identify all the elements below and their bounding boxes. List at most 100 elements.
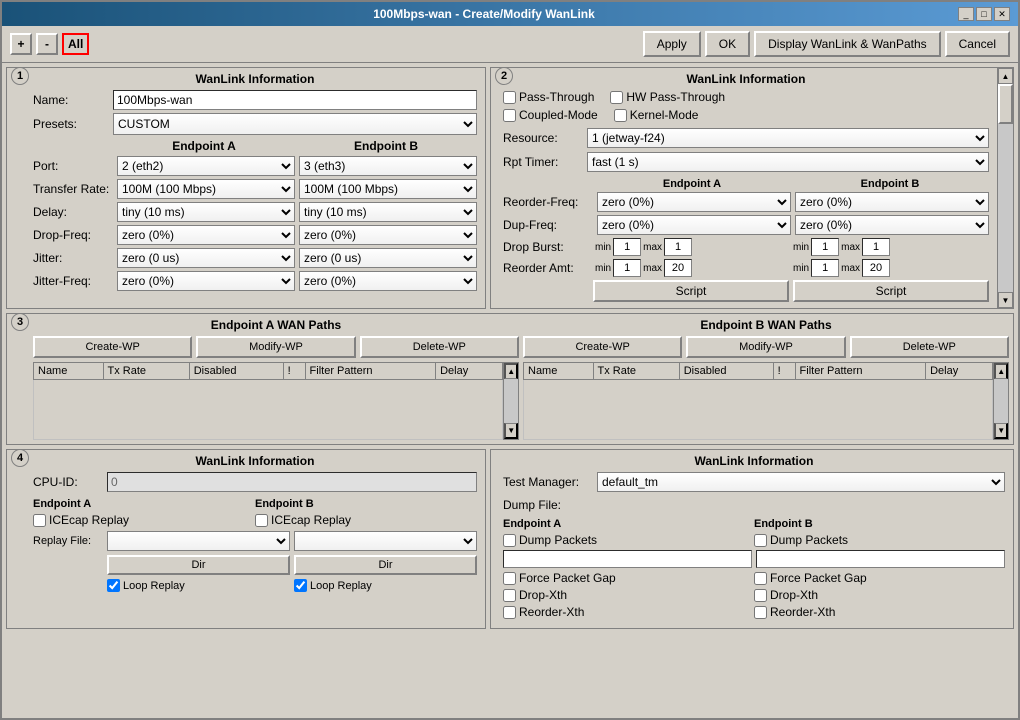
kernel-checkbox[interactable] bbox=[614, 109, 627, 122]
dup-freq-a-select[interactable]: zero (0%) bbox=[597, 215, 791, 235]
kernel-checkbox-label[interactable]: Kernel-Mode bbox=[614, 108, 699, 122]
loop-a-label[interactable]: Loop Replay bbox=[107, 579, 290, 592]
delay-label: Delay: bbox=[33, 205, 113, 219]
dup-freq-b-select[interactable]: zero (0%) bbox=[795, 215, 989, 235]
reorder-amt-b-min-input[interactable] bbox=[811, 259, 839, 277]
scroll-down-btn[interactable]: ▼ bbox=[998, 292, 1013, 308]
coupled-checkbox-label[interactable]: Coupled-Mode bbox=[503, 108, 598, 122]
script-a-button[interactable]: Script bbox=[593, 280, 789, 302]
port-a-select[interactable]: 2 (eth2) bbox=[117, 156, 295, 176]
ep-a-delete-wp-btn[interactable]: Delete-WP bbox=[360, 336, 519, 358]
reorder-xth-a-label[interactable]: Reorder-Xth bbox=[503, 605, 754, 619]
name-input[interactable] bbox=[113, 90, 477, 110]
force-gap-a-checkbox[interactable] bbox=[503, 572, 516, 585]
minimize-button[interactable]: _ bbox=[958, 7, 974, 21]
icecap-b-label[interactable]: ICEcap Replay bbox=[255, 513, 477, 527]
reorder-xth-a-checkbox[interactable] bbox=[503, 606, 516, 619]
ep-a-modify-wp-btn[interactable]: Modify-WP bbox=[196, 336, 355, 358]
reorder-amt-b-max-input[interactable] bbox=[862, 259, 890, 277]
force-gap-a-label[interactable]: Force Packet Gap bbox=[503, 571, 754, 585]
transfer-a-select[interactable]: 100M (100 Mbps) bbox=[117, 179, 295, 199]
ep-a-create-wp-btn[interactable]: Create-WP bbox=[33, 336, 192, 358]
scroll-thumb[interactable] bbox=[998, 84, 1013, 124]
cpu-input[interactable] bbox=[107, 472, 477, 492]
drop-xth-b-checkbox[interactable] bbox=[754, 589, 767, 602]
coupled-checkbox[interactable] bbox=[503, 109, 516, 122]
all-button[interactable]: All bbox=[62, 33, 89, 55]
display-wanlink-button[interactable]: Display WanLink & WanPaths bbox=[754, 31, 941, 57]
icecap-a-label[interactable]: ICEcap Replay bbox=[33, 513, 255, 527]
ep-a-wp-table: Name Tx Rate Disabled ! Filter Pattern D… bbox=[33, 362, 503, 440]
ep-b-create-wp-btn[interactable]: Create-WP bbox=[523, 336, 682, 358]
test-manager-select[interactable]: default_tm bbox=[597, 472, 1005, 492]
reorder-amt-a-min-input[interactable] bbox=[613, 259, 641, 277]
replay-file-b-select[interactable] bbox=[294, 531, 477, 551]
apply-button[interactable]: Apply bbox=[643, 31, 701, 57]
ep-b-scroll-up[interactable]: ▲ bbox=[994, 363, 1008, 379]
close-button[interactable]: ✕ bbox=[994, 7, 1010, 21]
loop-b-checkbox[interactable] bbox=[294, 579, 307, 592]
dump-packets-a-label[interactable]: Dump Packets bbox=[503, 533, 754, 547]
drop-burst-b-max-input[interactable] bbox=[862, 238, 890, 256]
jitter-freq-a-select[interactable]: zero (0%) bbox=[117, 271, 295, 291]
drop-burst-b-min-input[interactable] bbox=[811, 238, 839, 256]
force-gap-b-label[interactable]: Force Packet Gap bbox=[754, 571, 1005, 585]
drop-a-select[interactable]: zero (0%) bbox=[117, 225, 295, 245]
ep-a-right-header: Endpoint A bbox=[503, 518, 754, 530]
jitter-freq-b-select[interactable]: zero (0%) bbox=[299, 271, 477, 291]
scroll-up-btn[interactable]: ▲ bbox=[998, 68, 1013, 84]
dir-a-button[interactable]: Dir bbox=[107, 555, 290, 575]
ep-b-modify-wp-btn[interactable]: Modify-WP bbox=[686, 336, 845, 358]
reorder-xth-b-label[interactable]: Reorder-Xth bbox=[754, 605, 1005, 619]
dump-packets-b-label[interactable]: Dump Packets bbox=[754, 533, 1005, 547]
jitter-a-select[interactable]: zero (0 us) bbox=[117, 248, 295, 268]
add-button[interactable]: + bbox=[10, 33, 32, 55]
ep-b-scroll-down[interactable]: ▼ bbox=[994, 423, 1008, 439]
icecap-b-checkbox[interactable] bbox=[255, 514, 268, 527]
reorder-amt-a-max-input[interactable] bbox=[664, 259, 692, 277]
dump-file-a-input[interactable] bbox=[503, 550, 752, 568]
remove-button[interactable]: - bbox=[36, 33, 58, 55]
delay-a-select[interactable]: tiny (10 ms) bbox=[117, 202, 295, 222]
ok-button[interactable]: OK bbox=[705, 31, 750, 57]
drop-burst-a-max-input[interactable] bbox=[664, 238, 692, 256]
drop-burst-a-min-input[interactable] bbox=[613, 238, 641, 256]
maximize-button[interactable]: □ bbox=[976, 7, 992, 21]
ep-b-delete-wp-btn[interactable]: Delete-WP bbox=[850, 336, 1009, 358]
dump-file-b-input[interactable] bbox=[756, 550, 1005, 568]
ep-b-header: Endpoint B bbox=[295, 139, 477, 153]
reorder-xth-b-checkbox[interactable] bbox=[754, 606, 767, 619]
script-b-button[interactable]: Script bbox=[793, 280, 989, 302]
port-b-select[interactable]: 3 (eth3) bbox=[299, 156, 477, 176]
window-title: 100Mbps-wan - Create/Modify WanLink bbox=[10, 7, 958, 21]
drop-xth-a-checkbox[interactable] bbox=[503, 589, 516, 602]
drop-xth-b-label[interactable]: Drop-Xth bbox=[754, 588, 1005, 602]
force-gap-b-checkbox[interactable] bbox=[754, 572, 767, 585]
ep-a-scroll-up[interactable]: ▲ bbox=[504, 363, 518, 379]
ep-a-wan-paths: Endpoint A WAN Paths Create-WP Modify-WP… bbox=[33, 318, 519, 440]
loop-a-checkbox[interactable] bbox=[107, 579, 120, 592]
delay-b-select[interactable]: tiny (10 ms) bbox=[299, 202, 477, 222]
transfer-b-select[interactable]: 100M (100 Mbps) bbox=[299, 179, 477, 199]
cancel-button[interactable]: Cancel bbox=[945, 31, 1010, 57]
rpt-timer-select[interactable]: fast (1 s) bbox=[587, 152, 989, 172]
presets-select[interactable]: CUSTOM bbox=[113, 113, 477, 135]
passthrough-checkbox[interactable] bbox=[503, 91, 516, 104]
reorder-freq-a-select[interactable]: zero (0%) bbox=[597, 192, 791, 212]
replay-file-a-select[interactable] bbox=[107, 531, 290, 551]
drop-xth-a-label[interactable]: Drop-Xth bbox=[503, 588, 754, 602]
dump-packets-a-checkbox[interactable] bbox=[503, 534, 516, 547]
ep-a-scroll-down[interactable]: ▼ bbox=[504, 423, 518, 439]
icecap-a-checkbox[interactable] bbox=[33, 514, 46, 527]
loop-b-label[interactable]: Loop Replay bbox=[294, 579, 477, 592]
reorder-freq-b-select[interactable]: zero (0%) bbox=[795, 192, 989, 212]
hw-passthrough-checkbox-label[interactable]: HW Pass-Through bbox=[610, 90, 725, 104]
jitter-b-select[interactable]: zero (0 us) bbox=[299, 248, 477, 268]
hw-passthrough-checkbox[interactable] bbox=[610, 91, 623, 104]
dump-packets-b-checkbox[interactable] bbox=[754, 534, 767, 547]
dup-freq-label: Dup-Freq: bbox=[503, 218, 593, 232]
drop-b-select[interactable]: zero (0%) bbox=[299, 225, 477, 245]
resource-select[interactable]: 1 (jetway-f24) bbox=[587, 128, 989, 148]
dir-b-button[interactable]: Dir bbox=[294, 555, 477, 575]
passthrough-checkbox-label[interactable]: Pass-Through bbox=[503, 90, 594, 104]
